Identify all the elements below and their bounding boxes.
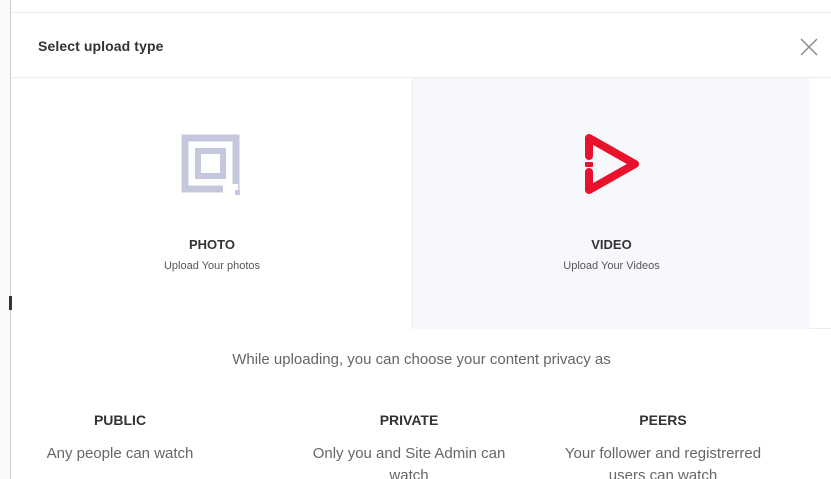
close-button[interactable] (797, 35, 821, 59)
option-subtitle: Upload Your Videos (563, 260, 660, 272)
option-label: PHOTO (189, 237, 235, 252)
privacy-title: PEERS (639, 412, 687, 428)
photo-upload-option[interactable]: PHOTO Upload Your photos (12, 78, 413, 329)
privacy-intro-text: While uploading, you can choose your con… (232, 351, 611, 368)
close-icon (800, 38, 818, 56)
play-icon (585, 134, 639, 194)
privacy-title: PUBLIC (93, 412, 147, 428)
video-upload-option[interactable]: VIDEO Upload Your Videos (413, 78, 810, 329)
background-divider (10, 0, 11, 479)
option-subtitle: Upload Your photos (163, 260, 261, 272)
privacy-option-private: PRIVATE Only you and Site Admin can watc… (279, 412, 539, 479)
privacy-description: Any people can watch (46, 445, 194, 462)
modal-title: Select upload type (38, 38, 164, 54)
option-label: VIDEO (591, 237, 632, 252)
privacy-description: Only you and Site Admin can watch (312, 445, 506, 479)
privacy-description: Your follower and registrerred users can… (564, 445, 762, 479)
privacy-title: PRIVATE (379, 412, 439, 428)
modal-header: Select upload type (12, 13, 831, 78)
privacy-option-public: PUBLIC Any people can watch (0, 412, 250, 465)
photo-icon (181, 134, 240, 195)
upload-options: PHOTO Upload Your photos VIDEO Upload Yo… (12, 78, 831, 329)
upload-type-modal: Select upload type PHOTO Upload Your pho… (12, 12, 831, 479)
privacy-option-peers: PEERS Your follower and registrerred use… (533, 412, 793, 479)
